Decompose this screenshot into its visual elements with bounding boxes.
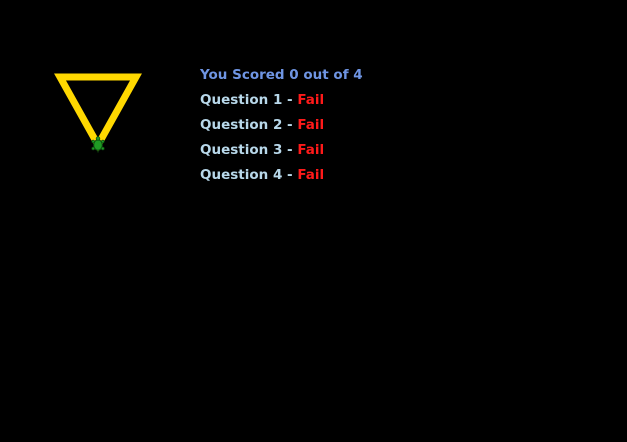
question-result-row: Question 4 - Fail (200, 165, 560, 190)
game-screen: You Scored 0 out of 4 Question 1 - Fail … (0, 0, 627, 442)
question-label: Question 3 (200, 142, 283, 158)
question-label: Question 2 (200, 117, 283, 133)
triangle-shape (54, 73, 142, 153)
results-panel: You Scored 0 out of 4 Question 1 - Fail … (200, 65, 560, 190)
result-separator: - (287, 92, 293, 108)
fail-status: Fail (297, 167, 325, 183)
question-result-row: Question 3 - Fail (200, 140, 560, 165)
result-separator: - (287, 167, 293, 183)
question-result-row: Question 2 - Fail (200, 115, 560, 140)
score-summary: You Scored 0 out of 4 (200, 67, 363, 83)
fail-status: Fail (297, 142, 325, 158)
result-separator: - (287, 117, 293, 133)
drawing-canvas (54, 73, 142, 153)
fail-status: Fail (297, 92, 325, 108)
question-label: Question 4 (200, 167, 283, 183)
fail-status: Fail (297, 117, 325, 133)
question-label: Question 1 (200, 92, 283, 108)
question-result-row: Question 1 - Fail (200, 90, 560, 115)
result-separator: - (287, 142, 293, 158)
